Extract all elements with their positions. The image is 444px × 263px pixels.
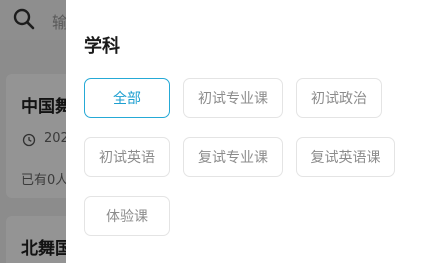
- filter-option-retest-major[interactable]: 复试专业课: [183, 137, 283, 177]
- filter-option-initial-politics[interactable]: 初试政治: [296, 78, 382, 118]
- section-title: 学科: [84, 36, 120, 57]
- filter-option-trial[interactable]: 体验课: [84, 196, 170, 236]
- filter-option-initial-major[interactable]: 初试专业课: [183, 78, 283, 118]
- filter-option-initial-english[interactable]: 初试英语: [84, 137, 170, 177]
- filter-option-all[interactable]: 全部: [84, 78, 170, 118]
- filter-drawer: 学科 全部 初试专业课 初试政治 初试英语 复试专业课 复试英语课 体验课: [66, 0, 444, 263]
- filter-option-retest-english[interactable]: 复试英语课: [296, 137, 395, 177]
